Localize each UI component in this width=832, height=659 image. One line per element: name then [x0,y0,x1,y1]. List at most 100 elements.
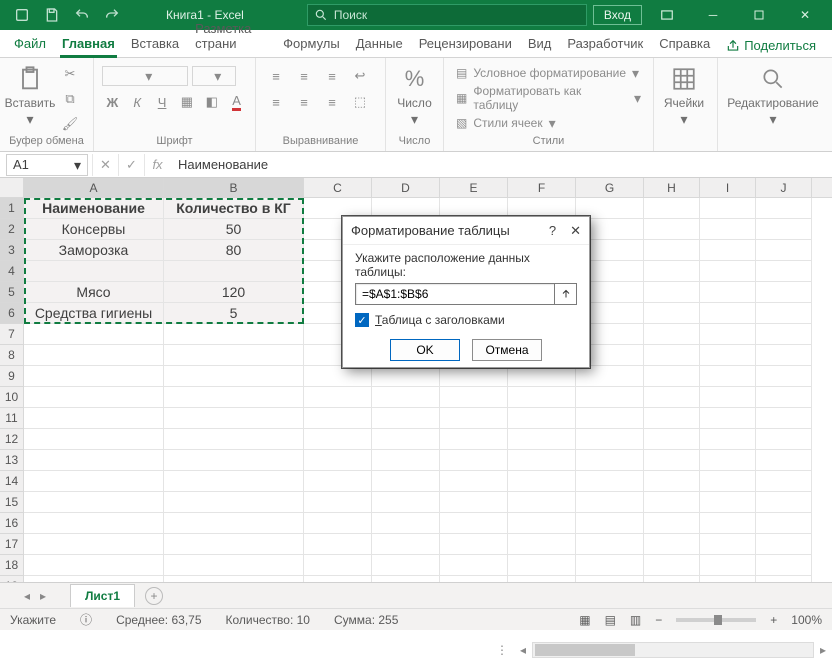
align-top-icon[interactable]: ≡ [264,66,288,86]
cell[interactable] [576,492,644,513]
tab-developer[interactable]: Разработчик [559,31,651,57]
row-header[interactable]: 19 [0,576,23,582]
cell[interactable] [24,513,164,534]
cell[interactable] [700,492,756,513]
col-header[interactable]: G [576,178,644,197]
cell[interactable] [304,450,372,471]
zoom-out-icon[interactable]: − [655,613,662,627]
cell[interactable] [304,513,372,534]
cancel-formula-icon[interactable]: ✕ [92,154,118,176]
border-button[interactable]: ▦ [176,92,197,112]
cell[interactable] [372,408,440,429]
cells-button[interactable]: Ячейки ▾ [662,62,706,135]
row-header[interactable]: 11 [0,408,23,429]
font-size-combo[interactable]: ▾ [192,66,236,86]
cell[interactable] [372,429,440,450]
undo-icon[interactable] [68,1,96,29]
col-header[interactable]: D [372,178,440,197]
cell[interactable] [24,576,164,582]
tab-file[interactable]: Файл [6,31,54,57]
cell[interactable] [756,513,812,534]
cell[interactable] [756,555,812,576]
cell[interactable] [372,492,440,513]
cell[interactable] [164,576,304,582]
cell[interactable] [164,534,304,555]
cell[interactable] [700,387,756,408]
cell[interactable] [700,366,756,387]
cell[interactable] [644,492,700,513]
bold-button[interactable]: Ж [102,92,123,112]
align-center-icon[interactable]: ≡ [292,92,316,112]
cell[interactable] [440,450,508,471]
align-right-icon[interactable]: ≡ [320,92,344,112]
editing-button[interactable]: Редактирование ▾ [726,62,820,135]
cell[interactable] [164,261,304,282]
cell[interactable] [372,576,440,582]
tab-data[interactable]: Данные [348,31,411,57]
cell[interactable] [700,240,756,261]
cell[interactable] [304,576,372,582]
cell[interactable] [700,282,756,303]
cell[interactable] [700,219,756,240]
cell[interactable] [700,555,756,576]
align-middle-icon[interactable]: ≡ [292,66,316,86]
cell[interactable] [576,471,644,492]
cell[interactable] [700,198,756,219]
cell[interactable] [644,576,700,582]
cell[interactable] [756,387,812,408]
cell[interactable] [756,324,812,345]
cell[interactable] [440,534,508,555]
cell[interactable] [372,471,440,492]
row-header[interactable]: 3 [0,240,23,261]
view-break-icon[interactable]: ▥ [630,613,641,627]
col-header[interactable]: B [164,178,304,197]
cell[interactable] [164,345,304,366]
cell[interactable] [644,513,700,534]
tab-home[interactable]: Главная [54,31,123,57]
tab-help[interactable]: Справка [651,31,718,57]
cell[interactable] [756,492,812,513]
cell[interactable] [440,492,508,513]
cell[interactable] [508,471,576,492]
col-header[interactable]: A [24,178,164,197]
cell[interactable] [24,471,164,492]
cell[interactable] [440,576,508,582]
cell[interactable] [508,492,576,513]
cell[interactable] [24,555,164,576]
col-header[interactable]: E [440,178,508,197]
cell[interactable] [24,324,164,345]
cell[interactable] [756,240,812,261]
cell[interactable] [756,534,812,555]
cell[interactable] [164,513,304,534]
cell[interactable] [372,555,440,576]
cell[interactable] [756,408,812,429]
cell[interactable] [24,429,164,450]
cell[interactable] [756,576,812,582]
cancel-button[interactable]: Отмена [472,339,542,361]
fx-icon[interactable]: fx [144,154,170,176]
tab-formulas[interactable]: Формулы [275,31,348,57]
cell[interactable] [644,198,700,219]
cell[interactable] [440,471,508,492]
zoom-in-icon[interactable]: + [770,613,777,627]
name-box[interactable]: A1▾ [6,154,88,176]
row-header[interactable]: 16 [0,513,23,534]
cell[interactable] [304,534,372,555]
cell[interactable] [576,429,644,450]
cell[interactable] [24,492,164,513]
fill-color-button[interactable]: ◧ [201,92,222,112]
cell[interactable] [24,345,164,366]
cell[interactable] [304,408,372,429]
number-format-button[interactable]: % Число ▾ [394,62,435,135]
autosave-toggle-icon[interactable] [8,1,36,29]
sheet-tab[interactable]: Лист1 [70,584,135,607]
cell[interactable] [164,555,304,576]
cell[interactable]: 120 [164,282,304,303]
ok-button[interactable]: OK [390,339,460,361]
cell[interactable] [304,492,372,513]
horizontal-scrollbar[interactable]: ⋮◂ ▸ [490,641,832,659]
row-header[interactable]: 13 [0,450,23,471]
cell[interactable] [440,408,508,429]
view-normal-icon[interactable]: ▦ [579,613,590,627]
zoom-level[interactable]: 100% [791,613,822,627]
